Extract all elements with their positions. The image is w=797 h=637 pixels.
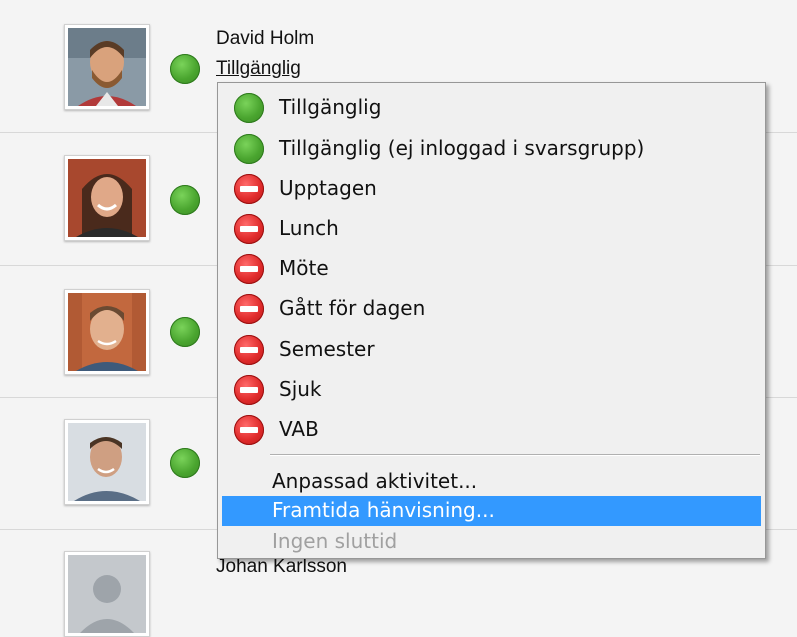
menu-item-label: Upptagen [279, 176, 377, 200]
available-icon [234, 134, 264, 164]
menu-item-future-referral[interactable]: Framtida hänvisning... [222, 496, 761, 526]
menu-item-label: Tillgänglig [279, 95, 382, 119]
menu-item-label: Anpassad aktivitet... [272, 469, 478, 493]
menu-item-label: Möte [279, 256, 329, 280]
menu-item-label: Semester [279, 337, 375, 361]
menu-item-sick[interactable]: Sjuk [222, 374, 761, 406]
menu-item-label: Sjuk [279, 377, 322, 401]
presence-available-icon[interactable] [170, 448, 200, 478]
menu-item-label: Lunch [279, 216, 339, 240]
menu-item-label: Ingen sluttid [272, 529, 398, 553]
menu-item-vacation[interactable]: Semester [222, 334, 761, 366]
menu-item-label: Framtida hänvisning... [272, 498, 495, 522]
busy-icon [234, 254, 264, 284]
menu-item-no-end-time: Ingen sluttid [222, 527, 761, 557]
avatar [64, 155, 150, 241]
busy-icon [234, 375, 264, 405]
avatar [64, 289, 150, 375]
menu-item-lunch[interactable]: Lunch [222, 213, 761, 245]
menu-item-meeting[interactable]: Möte [222, 253, 761, 285]
avatar [64, 24, 150, 110]
contact-status-link[interactable]: Tillgänglig [216, 58, 301, 80]
menu-item-available-not-logged-in[interactable]: Tillgänglig (ej inloggad i svarsgrupp) [222, 133, 761, 165]
menu-separator [270, 454, 760, 456]
menu-item-vab[interactable]: VAB [222, 414, 761, 446]
contact-name: Johan Karlsson [216, 556, 347, 577]
menu-item-label: Gått för dagen [279, 296, 426, 320]
busy-icon [234, 335, 264, 365]
busy-icon [234, 294, 264, 324]
menu-item-label: VAB [279, 417, 319, 441]
presence-available-icon[interactable] [170, 185, 200, 215]
menu-item-gone-for-day[interactable]: Gått för dagen [222, 293, 761, 325]
avatar [64, 419, 150, 505]
presence-available-icon[interactable] [170, 54, 200, 84]
menu-item-busy[interactable]: Upptagen [222, 173, 761, 205]
menu-item-label: Tillgänglig (ej inloggad i svarsgrupp) [279, 136, 645, 160]
menu-item-available[interactable]: Tillgänglig [222, 92, 761, 124]
menu-item-custom-activity[interactable]: Anpassad aktivitet... [222, 467, 761, 497]
presence-status-menu: Tillgänglig Tillgänglig (ej inloggad i s… [217, 82, 766, 559]
busy-icon [234, 415, 264, 445]
contact-name: David Holm [216, 28, 315, 49]
busy-icon [234, 174, 264, 204]
presence-available-icon[interactable] [170, 317, 200, 347]
available-icon [234, 93, 264, 123]
busy-icon [234, 214, 264, 244]
avatar [64, 551, 150, 637]
